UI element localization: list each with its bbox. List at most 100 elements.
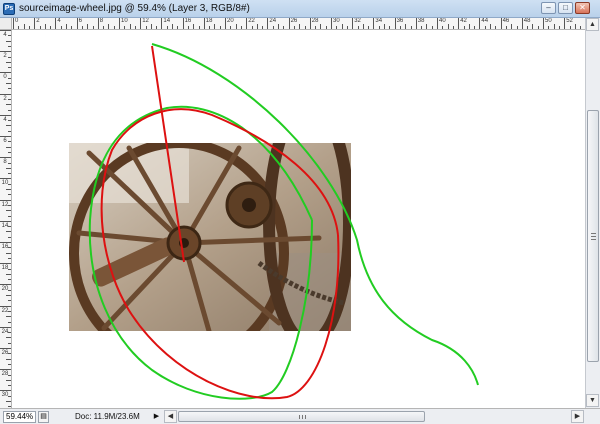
ruler-tick [516, 26, 518, 29]
ruler-tick [6, 252, 11, 254]
ruler-tick [230, 26, 232, 29]
ruler-tick [0, 369, 11, 371]
vertical-ruler[interactable]: 4 2 0 2 4 6 8 10 12 14 16 18 20 22 24 26 28 30 [0, 30, 12, 408]
ruler-tick [278, 24, 279, 29]
ruler-tick [490, 24, 491, 29]
ruler-tick [0, 30, 11, 31]
document-canvas[interactable] [12, 30, 585, 408]
ruler-tick [505, 26, 507, 29]
ruler-tick [108, 24, 110, 29]
maximize-button[interactable]: □ [558, 2, 573, 14]
arrow-up-icon: ▲ [589, 21, 596, 28]
vertical-scroll-thumb[interactable] [587, 110, 599, 362]
ruler-tick [0, 305, 11, 307]
ruler-tick [569, 26, 571, 29]
ruler-tick [97, 18, 99, 29]
ruler-tick [23, 24, 25, 29]
info-menu-arrow-icon[interactable]: ▶ [152, 411, 161, 423]
arrow-down-icon: ▼ [589, 397, 596, 404]
ruler-tick [0, 242, 11, 243]
vertical-scrollbar[interactable]: ▲ ▼ [585, 18, 600, 408]
photoshop-icon: Ps [3, 3, 15, 15]
ruler-tick [537, 26, 539, 29]
horizontal-scrollbar[interactable]: ◀ ▶ [164, 410, 585, 424]
ruler-tick [8, 151, 11, 153]
ruler-tick [8, 204, 11, 206]
grip-line [305, 415, 306, 419]
ruler-tick [145, 26, 147, 29]
ruler-tick-label: 48 [523, 18, 531, 24]
ruler-tick [283, 26, 285, 29]
scroll-up-button[interactable]: ▲ [586, 18, 599, 31]
ruler-tick [76, 18, 78, 29]
ruler-tick [55, 18, 57, 29]
ruler-tick [8, 385, 11, 387]
ruler-tick-label: 42 [460, 18, 467, 24]
scroll-right-button[interactable]: ▶ [571, 410, 584, 423]
ruler-tick [346, 26, 348, 29]
document-status-icon[interactable]: ▤ [38, 411, 49, 423]
minimize-icon: – [546, 3, 551, 12]
ruler-tick [81, 26, 83, 29]
ruler-tick [8, 35, 11, 37]
ruler-tick [8, 120, 11, 122]
ruler-tick-label: 44 [481, 18, 489, 24]
horizontal-scroll-thumb[interactable] [178, 411, 425, 422]
ruler-tick [8, 300, 11, 302]
ruler-tick [8, 332, 11, 334]
ruler-tick [8, 162, 11, 164]
ruler-tick [8, 183, 11, 185]
ruler-tick [8, 310, 11, 312]
ruler-tick [193, 24, 195, 29]
ruler-tick-label: 52 [566, 18, 573, 24]
ruler-tick [458, 18, 460, 29]
ruler-tick [119, 18, 120, 29]
ruler-tick [293, 26, 295, 29]
ruler-tick [124, 26, 126, 29]
ruler-tick-label: 40 [439, 18, 446, 24]
ruler-tick [6, 61, 11, 63]
ruler-tick-label: 26 [290, 18, 298, 24]
ruler-tick [8, 289, 11, 291]
ruler-tick [6, 83, 11, 84]
zoom-level-field[interactable]: 59.44% [3, 411, 36, 423]
ruler-tick [389, 26, 391, 29]
ruler-tick [6, 104, 11, 106]
ruler-tick-label: 8 [99, 18, 104, 24]
green-freehand-stroke [88, 43, 479, 400]
ruler-tick [209, 26, 211, 29]
ruler-tick [0, 178, 11, 180]
ruler-tick [256, 24, 258, 29]
ruler-tick [331, 18, 332, 29]
ruler-tick [373, 18, 375, 29]
ruler-origin[interactable] [0, 18, 12, 30]
scroll-down-button[interactable]: ▼ [586, 394, 599, 407]
ruler-tick-label: 16 [184, 18, 192, 24]
ruler-tick [134, 26, 136, 29]
ruler-tick [8, 395, 11, 397]
ruler-tick [113, 26, 115, 29]
ruler-tick [0, 51, 11, 53]
minimize-button[interactable]: – [541, 2, 556, 14]
ruler-tick [558, 26, 560, 29]
horizontal-ruler[interactable]: 0 2 4 6 8 10 12 14 16 18 20 22 24 26 28 30 32 34 36 38 40 42 4… [12, 18, 585, 30]
scroll-left-button[interactable]: ◀ [164, 410, 177, 423]
ruler-tick [8, 194, 11, 196]
ruler-tick [246, 18, 248, 29]
ruler-tick-label: 22 [248, 18, 255, 24]
ruler-tick [410, 26, 412, 29]
ruler-tick [394, 18, 396, 29]
ruler-tick [543, 18, 544, 29]
status-bar: 59.44% ▤ Doc: 11.9M/23.6M ▶ ◀ ▶ [0, 408, 600, 424]
ruler-tick [6, 167, 11, 169]
ruler-tick [447, 24, 449, 29]
ruler-tick-label: 32 [354, 18, 361, 24]
ruler-tick-label: 30 [333, 18, 340, 24]
ruler-tick [8, 226, 11, 228]
ruler-tick [8, 45, 11, 47]
ruler-tick [0, 263, 11, 265]
ruler-tick [437, 18, 438, 29]
ruler-tick [352, 18, 354, 29]
close-button[interactable]: ✕ [575, 2, 590, 14]
ruler-tick [267, 18, 269, 29]
